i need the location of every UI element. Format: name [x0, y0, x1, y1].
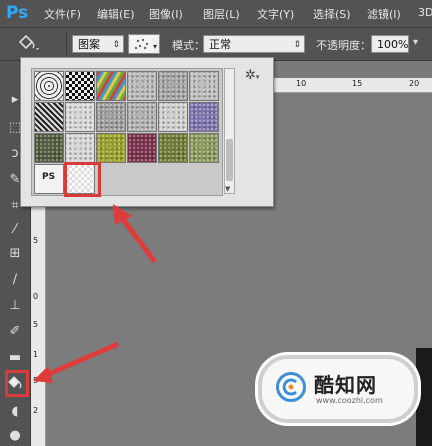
options-divider [66, 32, 67, 56]
menu-edit[interactable]: 编辑(E) [97, 6, 135, 22]
opacity-label: 不透明度： [316, 39, 371, 52]
gear-icon[interactable]: ✲▾ [245, 68, 259, 83]
history-brush-icon[interactable]: ✐ [5, 323, 25, 341]
mode-select[interactable]: 正常 ⇕ [203, 35, 305, 53]
pattern-picker-button[interactable]: ▾ [128, 34, 160, 54]
ruler-tick: 5 [33, 320, 39, 329]
pattern-white-noise[interactable] [65, 102, 95, 132]
dodge-tool-icon[interactable]: ● [5, 427, 25, 445]
pattern-green-gray[interactable] [189, 133, 219, 163]
opacity-field[interactable]: 100% [371, 35, 409, 53]
watermark-url: www.coozhi.com [316, 396, 383, 405]
pattern-cloud[interactable] [127, 71, 157, 101]
menu-bar: Ps 文件(F) 编辑(E) 图像(I) 图层(L) 文字(Y) 选择(S) 滤… [0, 0, 432, 28]
document-edge [416, 348, 432, 446]
pattern-gray-stone[interactable] [158, 71, 188, 101]
chevron-down-icon: ▾ [152, 42, 157, 51]
watermark: 酷知网 www.coozhi.com [258, 355, 418, 423]
pattern-olive[interactable] [158, 133, 188, 163]
scrollbar-thumb[interactable] [226, 139, 233, 181]
pattern-concentric[interactable] [34, 71, 64, 101]
pattern-multicolor[interactable] [96, 71, 126, 101]
selected-pattern-highlight [64, 162, 101, 197]
opacity-value: 100% [377, 38, 409, 51]
stamp-tool-icon[interactable]: ⊥ [5, 297, 25, 315]
fill-source-select[interactable]: 图案 ⇕ [72, 35, 124, 53]
menu-file[interactable]: 文件(F) [44, 6, 81, 22]
pattern-purple-texture[interactable] [189, 102, 219, 132]
menu-layer[interactable]: 图层(L) [203, 6, 240, 22]
menu-type[interactable]: 文字(Y) [257, 6, 294, 22]
ruler-tick: 0 [33, 292, 39, 301]
eyedropper-tool-icon[interactable]: ⁄ [5, 221, 25, 239]
chevron-down-icon[interactable]: ▾ [413, 37, 418, 48]
pattern-yellow-green[interactable] [96, 133, 126, 163]
scroll-down-arrow-icon[interactable]: ▼ [225, 185, 230, 193]
mode-value: 正常 [209, 38, 231, 51]
pattern-grid: PS [31, 68, 223, 196]
pattern-moss[interactable] [34, 133, 64, 163]
pattern-purple-red[interactable] [127, 133, 157, 163]
updown-arrow-icon: ⇕ [293, 40, 301, 50]
pattern-checker[interactable] [65, 71, 95, 101]
pattern-fuzz[interactable] [65, 133, 95, 163]
ruler-tick: 20 [409, 79, 420, 88]
pattern-gray-texture[interactable] [127, 102, 157, 132]
custom-pattern-label: PS [42, 172, 56, 182]
ruler-tick: 5 [33, 376, 39, 385]
ruler-tick: 10 [296, 79, 307, 88]
ruler-tick: 15 [352, 79, 363, 88]
menu-select[interactable]: 选择(S) [313, 6, 351, 22]
ruler-tick: 5 [33, 236, 39, 245]
pattern-crumple[interactable] [189, 71, 219, 101]
pattern-scrollbar[interactable]: ▼ [224, 68, 235, 194]
pattern-picker-popup: PS ▼ ✲▾ [20, 57, 274, 207]
pattern-gray-cloud[interactable] [96, 102, 126, 132]
pattern-marble[interactable] [158, 102, 188, 132]
menu-filter[interactable]: 滤镜(I) [367, 6, 401, 22]
ruler-tick: 1 [33, 350, 39, 359]
ruler-tick: 2 [33, 406, 39, 415]
blur-tool-icon[interactable]: ◖ [5, 403, 25, 421]
eraser-tool-icon[interactable]: ▬ [5, 349, 25, 367]
menu-3d[interactable]: 3D [418, 6, 432, 19]
coozhi-logo-icon [276, 372, 306, 402]
mode-label: 模式： [172, 39, 205, 52]
paint-bucket-preset-icon[interactable] [16, 33, 40, 53]
updown-arrow-icon: ⇕ [112, 40, 120, 50]
tool-highlight-box [5, 370, 29, 397]
fill-source-value: 图案 [78, 38, 100, 51]
menu-image[interactable]: 图像(I) [149, 6, 183, 22]
pattern-zigzag[interactable] [34, 102, 64, 132]
brush-tool-icon[interactable]: ∕ [5, 271, 25, 289]
app-logo: Ps [6, 3, 29, 23]
healing-tool-icon[interactable]: ⊞ [5, 245, 25, 263]
pattern-custom[interactable]: PS [34, 164, 64, 194]
watermark-name: 酷知网 [314, 373, 377, 397]
